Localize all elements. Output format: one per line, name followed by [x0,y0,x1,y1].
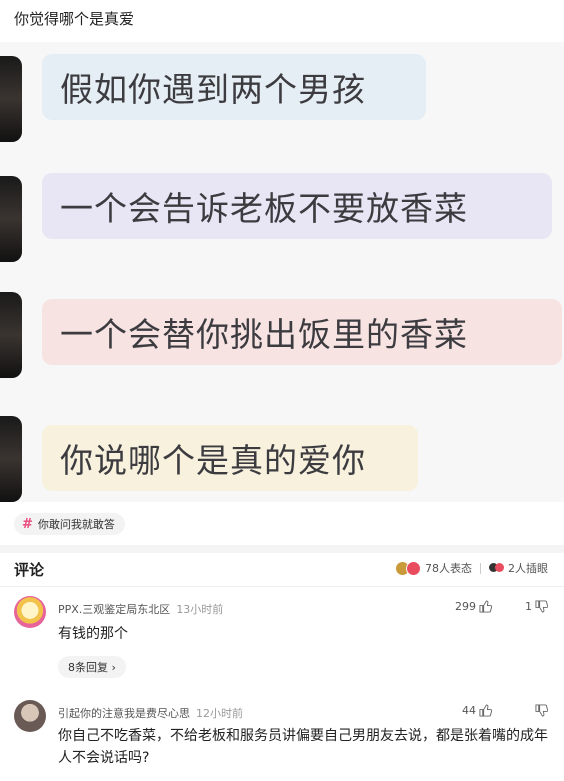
chat-bubble: 一个会替你挑出饭里的香菜 [42,299,562,365]
comment-author[interactable]: PPX.三观鉴定局东北区 [58,603,170,616]
users-icon [489,563,505,573]
divider [480,562,481,574]
thumbs-up-icon [479,704,492,717]
comment-text: 你自己不吃香菜，不给老板和服务员讲偏要自己男朋友去说，都是张着嘴的成年人不会说话… [58,728,548,766]
dislike-count: 1 [525,600,532,613]
reactions-summary[interactable]: 78人表态 2人插眼 [395,560,548,576]
divider [0,586,564,587]
dislike-button[interactable]: 1 [525,600,548,613]
avatar [0,292,22,378]
avatar[interactable] [14,596,46,628]
participants-count: 2人插眼 [508,562,548,575]
reaction-emoji-icons [395,560,421,576]
comment-meta: 引起你的注意我是费尽心思 12小时前 [58,705,243,721]
avatar [0,416,22,502]
view-replies-button[interactable]: 8条回复 › [58,656,126,678]
comment-meta: PPX.三观鉴定局东北区 13小时前 [58,601,223,617]
chat-bubble: 一个会告诉老板不要放香菜 [42,173,552,239]
dislike-button[interactable] [532,704,548,717]
comment-author[interactable]: 引起你的注意我是费尽心思 [58,707,190,720]
comment-text: 有钱的那个 [58,626,128,642]
comments-title: 评论 [14,561,45,579]
post-title: 你觉得哪个是真爱 [14,10,135,28]
avatar[interactable] [14,700,46,732]
emoji-icon [406,560,421,576]
avatar [0,176,22,262]
like-count: 299 [455,600,476,613]
chat-bubble: 你说哪个是真的爱你 [42,425,418,491]
hash-icon: # [22,516,33,532]
chat-bubble: 假如你遇到两个男孩 [42,54,426,120]
thumbs-up-icon [479,600,492,613]
reactions-count: 78人表态 [425,562,472,575]
thumbs-down-icon [535,600,548,613]
avatar [0,56,22,142]
comment-time: 13小时前 [176,603,224,616]
topic-label: 你敢问我就敢答 [37,518,115,531]
thumbs-down-icon [535,704,548,717]
section-divider [0,545,564,553]
like-count: 44 [462,704,476,717]
chat-screenshot-image[interactable]: 假如你遇到两个男孩 一个会告诉老板不要放香菜 一个会替你挑出饭里的香菜 你说哪个… [0,42,564,502]
like-button[interactable]: 44 [462,704,492,717]
like-button[interactable]: 299 [455,600,492,613]
topic-tag[interactable]: # 你敢问我就敢答 [14,513,125,535]
comment-time: 12小时前 [196,707,243,720]
